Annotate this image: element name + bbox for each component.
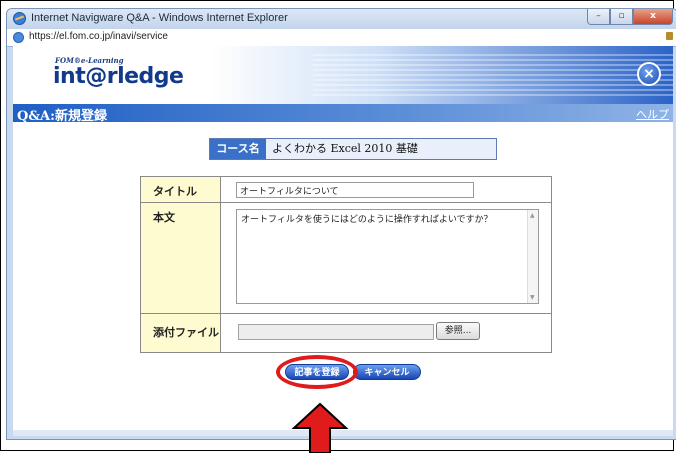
scroll-up-icon[interactable]: ▲ (530, 212, 535, 219)
url-text[interactable]: https://el.fom.co.jp/inavi/service (29, 31, 168, 42)
ie-icon (13, 12, 26, 25)
logo-suffix: rledge (106, 64, 184, 89)
page-title: Q&A:新規登録 (17, 109, 107, 124)
window-titlebar: Internet Navigware Q&A - Windows Interne… (7, 9, 676, 29)
close-icon[interactable]: × (637, 62, 661, 86)
maximize-button[interactable]: ▫ (610, 9, 633, 25)
cancel-button[interactable]: キャンセル (353, 364, 421, 380)
window-title: Internet Navigware Q&A - Windows Interne… (31, 12, 288, 24)
file-path-input[interactable] (238, 324, 434, 340)
header-stripes (313, 54, 673, 96)
red-arrow-icon (291, 402, 349, 453)
close-window-button[interactable]: x (633, 9, 673, 25)
browser-window: Internet Navigware Q&A - Windows Interne… (6, 8, 676, 440)
logo-at: @ (85, 64, 107, 89)
body-text: オートフィルタを使うにはどのように操作すればよいですか？ (241, 215, 493, 225)
section-bar: Q&A:新規登録 ヘルプ (13, 104, 673, 124)
form-row-title: タイトル オートフィルタについて (141, 177, 551, 203)
textarea-scrollbar[interactable]: ▲ ▼ (527, 210, 538, 303)
lock-icon (666, 32, 673, 40)
app-header: FOM®e-Learning int@rledge × (13, 46, 673, 104)
attachment-label: 添付ファイル (141, 314, 221, 352)
logo-prefix: int (53, 64, 86, 89)
minimize-button[interactable]: – (587, 9, 610, 25)
body-textarea[interactable]: オートフィルタを使うにはどのように操作すればよいですか？ ▲ ▼ (236, 209, 539, 304)
body-label: 本文 (141, 203, 221, 313)
question-form: タイトル オートフィルタについて 本文 オートフィルタを使うにはどのように操作す… (140, 176, 552, 353)
browse-button[interactable]: 参照... (436, 322, 480, 340)
form-row-attachment: 添付ファイル 参照... (141, 314, 551, 352)
course-value: よくわかる Excel 2010 基礎 (272, 142, 418, 155)
page-content: FOM®e-Learning int@rledge × Q&A:新規登録 ヘルプ… (13, 46, 673, 436)
form-row-body: 本文 オートフィルタを使うにはどのように操作すればよいですか？ ▲ ▼ (141, 203, 551, 314)
scroll-down-icon[interactable]: ▼ (530, 294, 535, 301)
logo: int@rledge (53, 64, 184, 89)
course-label: コース名 (210, 139, 266, 159)
title-input[interactable]: オートフィルタについて (236, 182, 474, 198)
course-name-box: コース名 よくわかる Excel 2010 基礎 (209, 138, 497, 160)
address-bar[interactable]: https://el.fom.co.jp/inavi/service (7, 29, 676, 47)
help-link[interactable]: ヘルプ (636, 106, 669, 122)
window-controls: – ▫ x (587, 9, 673, 26)
title-label: タイトル (141, 177, 221, 202)
highlight-ring (276, 355, 358, 389)
page-icon (13, 32, 24, 43)
